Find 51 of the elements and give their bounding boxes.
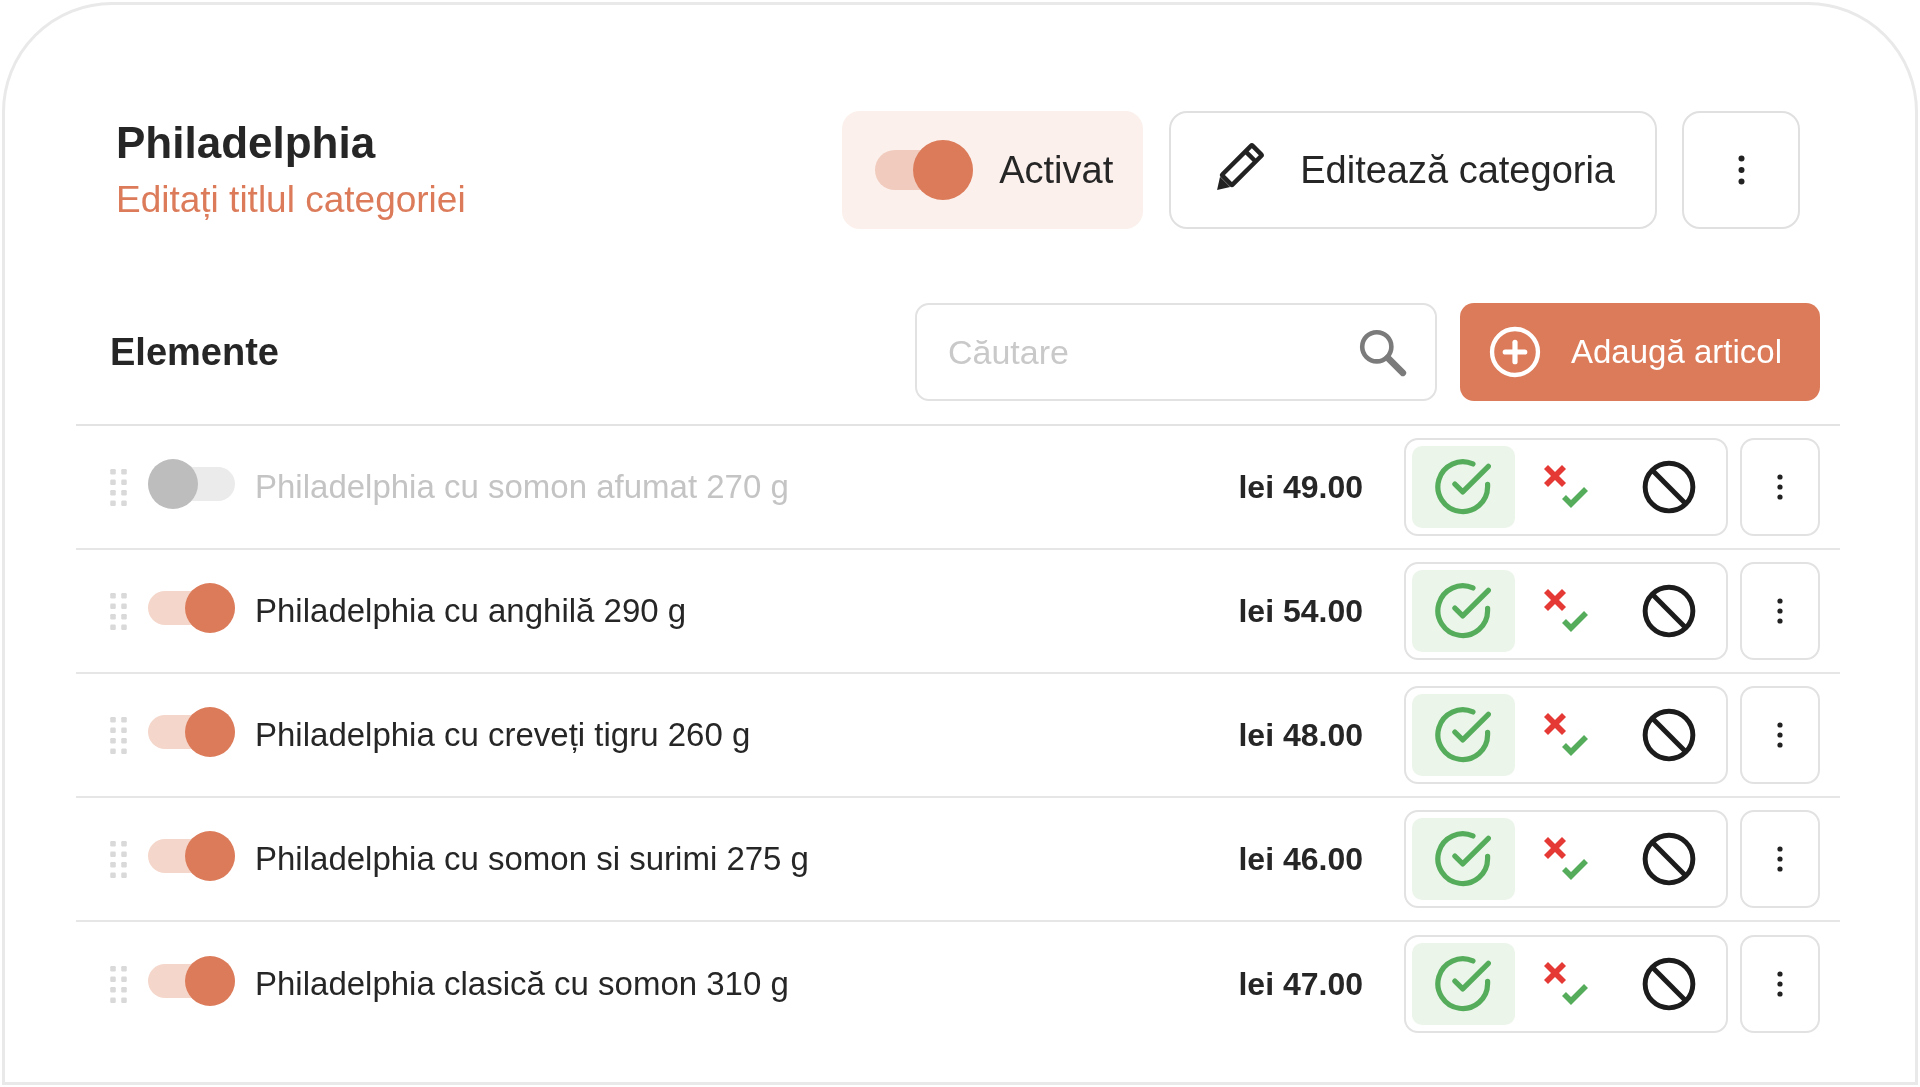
ban-icon [1641,584,1696,638]
more-options-button[interactable] [1740,935,1820,1033]
drag-handle-icon[interactable] [110,716,127,754]
more-options-button[interactable] [1740,686,1820,784]
item-price: lei 47.00 [1238,965,1363,1004]
item-price: lei 54.00 [1238,592,1363,631]
edit-title-link[interactable]: Editați titlul categoriei [116,177,466,223]
more-icon [1777,474,1783,500]
category-title: Philadelphia [116,117,376,169]
add-item-button[interactable]: Adaugă articol [1460,303,1820,401]
more-icon [1777,846,1783,872]
item-price: lei 46.00 [1238,840,1363,879]
more-icon [1737,155,1745,185]
more-options-button[interactable] [1740,438,1820,536]
item-price: lei 48.00 [1238,716,1363,755]
edit-category-button[interactable]: Editează categoria [1169,111,1657,229]
ban-icon [1641,460,1696,514]
more-icon [1777,971,1783,997]
drag-handle-icon[interactable] [110,592,127,630]
check-circle-icon [1435,707,1492,763]
toggle-switch[interactable] [875,140,974,200]
more-options-button[interactable] [1682,111,1800,229]
more-options-button[interactable] [1740,562,1820,660]
more-options-button[interactable] [1740,810,1820,908]
drag-handle-icon[interactable] [110,840,127,878]
more-icon [1777,722,1783,748]
plus-circle-icon [1489,326,1541,378]
toggle-label: Activat [999,147,1114,193]
toggle-switch[interactable] [148,830,235,881]
toggle-switch[interactable] [148,706,235,757]
item-name: Philadelphia clasică cu somon 310 g [255,964,789,1005]
more-icon [1777,598,1783,624]
check-circle-icon [1435,831,1492,887]
item-name: Philadelphia cu somon afumat 270 g [255,467,789,508]
check-circle-icon [1435,583,1492,639]
check-circle-icon [1435,459,1492,515]
item-price: lei 49.00 [1238,468,1363,507]
drag-handle-icon[interactable] [110,965,127,1003]
toggle-switch[interactable] [148,955,235,1006]
ban-icon [1641,957,1696,1011]
item-name: Philadelphia cu somon si surimi 275 g [255,839,809,880]
check-circle-icon [1435,956,1492,1012]
item-name: Philadelphia cu anghilă 290 g [255,591,687,632]
ban-icon [1641,708,1696,762]
toggle-switch[interactable] [148,582,235,633]
item-name: Philadelphia cu creveți tigru 260 g [255,715,751,756]
ban-icon [1641,832,1696,886]
toggle-switch[interactable] [148,458,235,509]
drag-handle-icon[interactable] [110,468,127,506]
search-icon [1357,327,1407,377]
section-title: Elemente [110,329,279,375]
